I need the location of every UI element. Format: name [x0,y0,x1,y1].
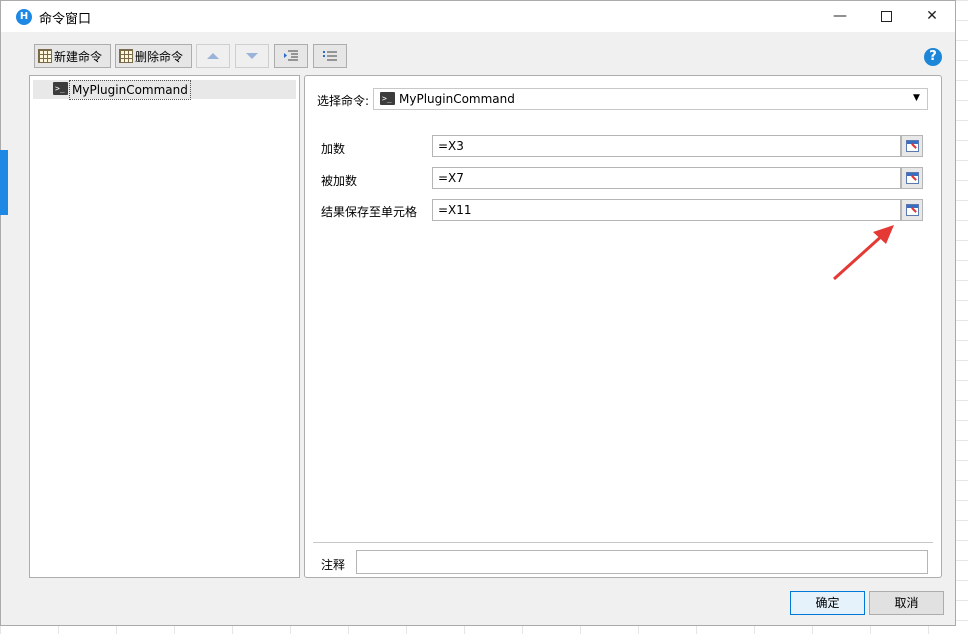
annotation-arrow [832,225,894,281]
command-dialog: H 命令窗口 — ✕ 新建命令 删除命令 ? >_ MyPluginComman… [0,0,956,626]
cell-picker-icon [905,172,919,184]
indent-icon [284,50,298,61]
cell-picker-button-result[interactable] [901,199,923,221]
arrow-down-icon [246,53,258,59]
param-label-addend: 加数 [321,142,346,156]
move-down-button[interactable] [235,44,269,68]
divider [313,542,933,543]
title-bar: H 命令窗口 — ✕ [1,1,955,32]
param-input-augend[interactable]: =X7 [432,167,901,189]
cell-picker-icon [905,204,919,216]
command-select[interactable]: >_ MyPluginCommand ▼ [373,88,928,110]
app-icon: H [16,9,32,25]
terminal-icon: >_ [53,82,68,95]
new-command-button[interactable]: 新建命令 [34,44,111,68]
minimize-button[interactable]: — [817,1,863,32]
comment-input[interactable] [356,550,928,574]
comment-label: 注释 [321,558,346,572]
param-label-result-cell: 结果保存至单元格 [321,205,418,219]
close-button[interactable]: ✕ [909,1,955,32]
maximize-icon [880,10,892,22]
outdent-button[interactable] [313,44,347,68]
delete-command-button[interactable]: 删除命令 [115,44,192,68]
tree-item-label[interactable]: MyPluginCommand [69,80,191,100]
outdent-icon [323,51,337,61]
cell-picker-icon [905,140,919,152]
arrow-up-icon [207,53,219,59]
maximize-button[interactable] [863,1,909,32]
close-icon: ✕ [926,8,938,24]
param-input-addend[interactable]: =X3 [432,135,901,157]
param-label-augend: 被加数 [321,174,358,188]
move-up-button[interactable] [196,44,230,68]
indent-button[interactable] [274,44,308,68]
command-tree [29,75,300,578]
chevron-down-icon: ▼ [913,93,920,103]
delete-command-label: 删除命令 [135,49,184,64]
new-command-label: 新建命令 [54,49,103,64]
minimize-icon: — [833,8,847,24]
ok-button[interactable]: 确定 [790,591,865,615]
command-select-value: MyPluginCommand [399,92,515,106]
background-app-edge [0,150,8,215]
new-command-icon [38,49,52,63]
help-icon[interactable]: ? [924,48,942,66]
cell-picker-button-addend[interactable] [901,135,923,157]
command-select-label: 选择命令: [317,94,370,108]
delete-command-icon [119,49,133,63]
terminal-icon: >_ [380,92,395,105]
window-title: 命令窗口 [39,12,92,27]
cell-picker-button-augend[interactable] [901,167,923,189]
cancel-button[interactable]: 取消 [869,591,944,615]
